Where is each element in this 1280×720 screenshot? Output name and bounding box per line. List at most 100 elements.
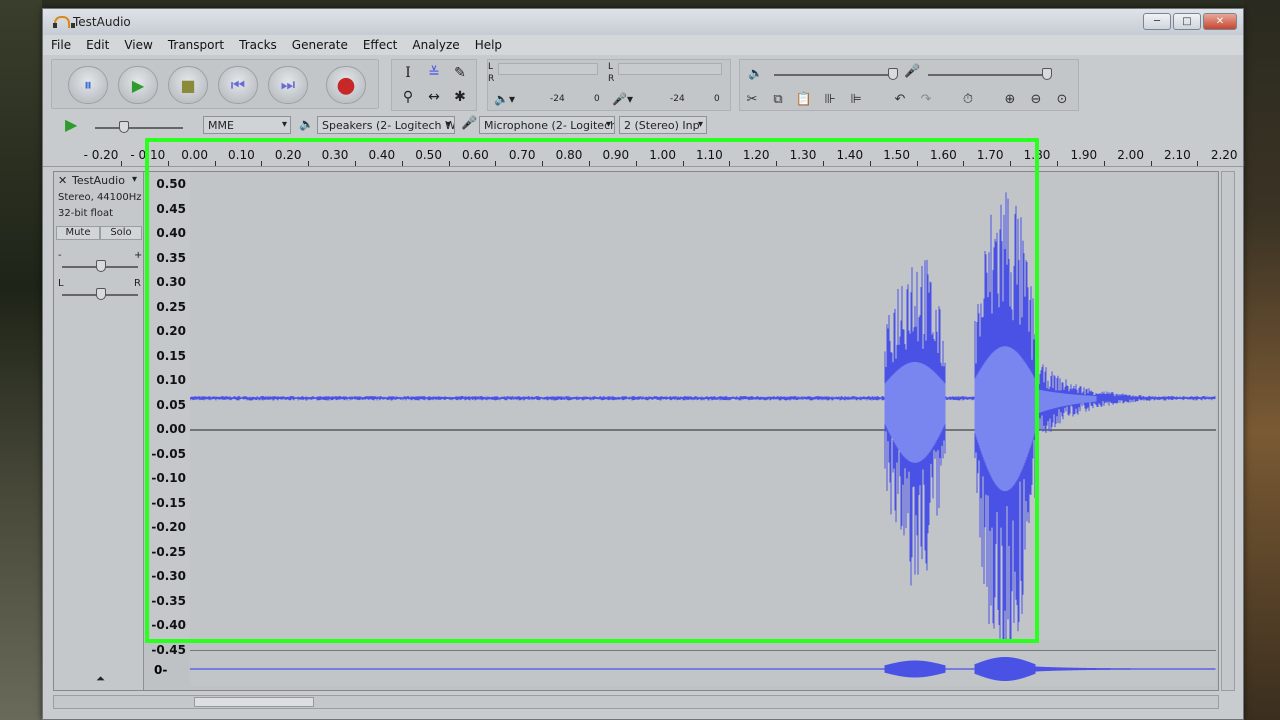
- amplitude-label: -0.15: [151, 495, 186, 510]
- amplitude-label: -0.35: [151, 593, 186, 608]
- sync-lock-icon[interactable]: ⏱: [957, 89, 979, 109]
- input-device-select[interactable]: Microphone (2- Logitech: [479, 116, 615, 134]
- menu-bar: File Edit View Transport Tracks Generate…: [43, 35, 1243, 55]
- ruler-label: 1.80: [1023, 148, 1051, 162]
- undo-icon[interactable]: ↶: [889, 89, 911, 109]
- menu-generate[interactable]: Generate: [292, 38, 348, 52]
- skip-end-button[interactable]: ⏭: [268, 66, 308, 104]
- timeshift-tool-icon[interactable]: ↔: [422, 86, 446, 108]
- maximize-button[interactable]: □: [1173, 13, 1201, 30]
- ruler-tick: [635, 161, 637, 166]
- channels-select[interactable]: 2 (Stereo) Inp: [619, 116, 707, 134]
- track-format: Stereo, 44100Hz: [58, 192, 142, 203]
- ruler-label: 0.40: [368, 148, 396, 162]
- multi-tool-icon[interactable]: ✱: [448, 86, 472, 108]
- ruler-tick: [729, 161, 731, 166]
- menu-view[interactable]: View: [124, 38, 152, 52]
- play-button[interactable]: ▶: [118, 66, 158, 104]
- envelope-tool-icon[interactable]: ≚: [422, 62, 446, 84]
- amplitude-label: 0.00: [156, 422, 186, 436]
- ruler-tick: [355, 161, 356, 166]
- draw-tool-icon[interactable]: ✎: [448, 62, 472, 84]
- zoom-tool-icon[interactable]: ⚲: [396, 86, 420, 108]
- horizontal-scroll-thumb[interactable]: [194, 697, 314, 707]
- menu-file[interactable]: File: [51, 38, 71, 52]
- microphone-icon[interactable]: 🎤▾: [612, 92, 633, 106]
- ruler-tick: [682, 161, 684, 166]
- ruler-label: 2.10: [1164, 148, 1191, 162]
- play-icon: ▶: [131, 75, 145, 95]
- input-volume-icon: 🎤: [904, 64, 921, 79]
- trim-icon[interactable]: ⊪: [819, 89, 841, 109]
- ruler-label: 1.00: [649, 148, 676, 162]
- skip-start-icon: ⏮: [230, 75, 246, 94]
- playback-meter[interactable]: [498, 63, 598, 75]
- horizontal-scrollbar[interactable]: [53, 695, 1219, 709]
- collapse-track-icon[interactable]: ⏶: [96, 672, 105, 686]
- ruler-tick: [401, 161, 403, 166]
- zoom-out-icon[interactable]: ⊖: [1025, 89, 1047, 109]
- speaker-icon[interactable]: 🔈▾: [494, 92, 515, 106]
- record-button[interactable]: ●: [326, 66, 366, 104]
- track-name[interactable]: TestAudio: [72, 174, 125, 187]
- copy-icon[interactable]: ⧉: [767, 89, 789, 109]
- track-menu-icon[interactable]: ▾: [132, 174, 137, 185]
- amplitude-label: 0.10: [156, 373, 186, 387]
- host-select[interactable]: MME: [203, 116, 291, 134]
- amplitude-label: -0.05: [151, 446, 186, 461]
- tools-toolbar: I ≚ ✎ ⚲ ↔ ✱: [391, 59, 477, 111]
- pause-button[interactable]: ⏸: [68, 66, 108, 104]
- play-at-speed-icon[interactable]: ▶: [65, 115, 77, 134]
- ruler-tick: [121, 161, 122, 166]
- title-bar: TestAudio ─ □ ✕: [43, 9, 1243, 35]
- pan-slider[interactable]: [96, 288, 106, 300]
- output-device-select[interactable]: Speakers (2- Logitech W: [317, 116, 455, 134]
- rec-meter-right-label: R: [608, 74, 615, 84]
- meter-right-label: R: [488, 74, 495, 84]
- redo-icon[interactable]: ↷: [915, 89, 937, 109]
- gain-slider[interactable]: [96, 260, 106, 272]
- solo-button[interactable]: Solo: [100, 226, 142, 240]
- record-meter[interactable]: [618, 63, 722, 75]
- track-area: ✕ TestAudio ▾ Stereo, 44100Hz 32-bit flo…: [53, 171, 1219, 691]
- skip-start-button[interactable]: ⏮: [218, 66, 258, 104]
- timeline-ruler[interactable]: - 0.20 - 0.10 0.00 0.10 0.20 0.30 0.40 0.50 0.60…: [43, 145, 1246, 167]
- input-device-icon: 🎤: [461, 116, 478, 131]
- menu-transport[interactable]: Transport: [168, 38, 224, 52]
- fit-selection-icon[interactable]: ⊙: [1051, 89, 1073, 109]
- output-volume-slider[interactable]: [888, 68, 898, 80]
- silence-icon[interactable]: ⊫: [845, 89, 867, 109]
- amplitude-label: 0.35: [156, 250, 186, 265]
- waveform-svg: [189, 192, 1216, 673]
- amplitude-label: 0.15: [156, 348, 186, 363]
- ruler-tick: [448, 161, 450, 166]
- ruler-label: 0.20: [274, 148, 302, 162]
- ruler-label: 1.90: [1070, 148, 1098, 162]
- selection-tool-icon[interactable]: I: [396, 62, 420, 84]
- menu-tracks[interactable]: Tracks: [239, 38, 277, 52]
- ruler-tick: [1150, 161, 1152, 166]
- amplitude-label: 0.50: [156, 177, 186, 191]
- menu-analyze[interactable]: Analyze: [412, 38, 459, 52]
- ruler-label: 0.60: [462, 148, 489, 162]
- play-speed-slider[interactable]: [119, 121, 129, 133]
- ruler-tick: [542, 161, 544, 166]
- cut-icon[interactable]: ✂: [741, 89, 763, 109]
- rec-meter-scale-min: -24: [670, 94, 685, 104]
- minimize-button[interactable]: ─: [1143, 13, 1171, 30]
- menu-effect[interactable]: Effect: [363, 38, 398, 52]
- ruler-tick: [495, 161, 497, 166]
- zoom-in-icon[interactable]: ⊕: [999, 89, 1021, 109]
- close-button[interactable]: ✕: [1203, 13, 1237, 30]
- track-close-icon[interactable]: ✕: [58, 174, 67, 187]
- menu-edit[interactable]: Edit: [86, 38, 109, 52]
- waveform-area[interactable]: [189, 172, 1216, 673]
- mute-button[interactable]: Mute: [56, 226, 100, 240]
- second-track-strip[interactable]: 0-: [154, 650, 1216, 686]
- input-volume-slider[interactable]: [1042, 68, 1052, 80]
- stop-button[interactable]: ■: [168, 66, 208, 104]
- menu-help[interactable]: Help: [475, 38, 502, 52]
- ruler-tick: [214, 161, 216, 166]
- paste-icon[interactable]: 📋: [793, 89, 815, 109]
- vertical-scrollbar[interactable]: [1221, 171, 1235, 691]
